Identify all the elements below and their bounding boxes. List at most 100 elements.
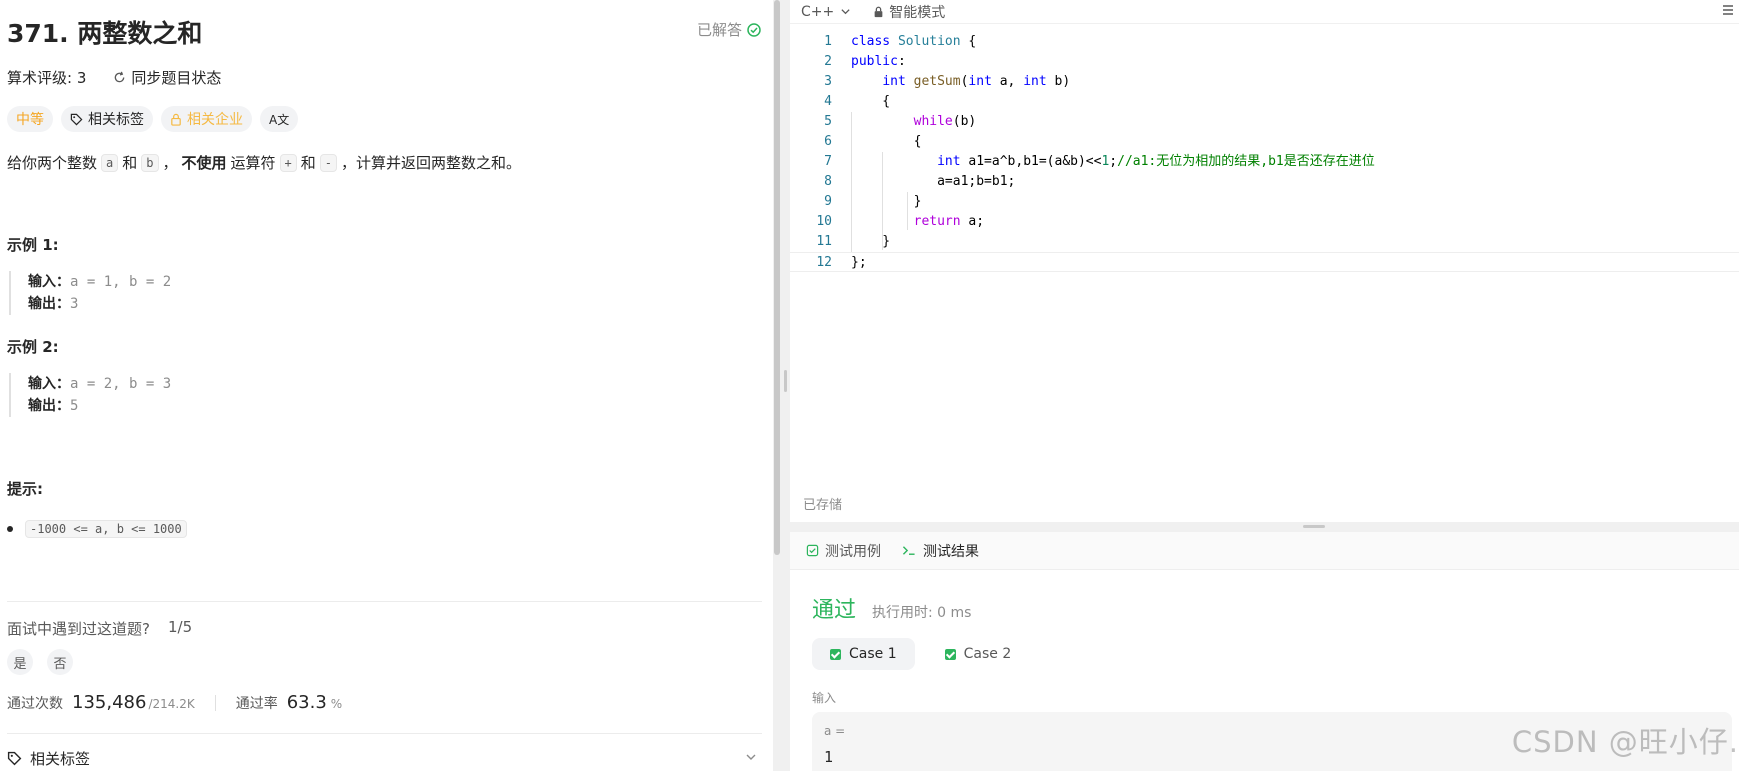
pass-status: 通过 (812, 598, 857, 623)
rate-label: 通过率 (235, 696, 278, 712)
case-1-label: Case 1 (849, 646, 897, 662)
sync-label: 同步题目状态 (131, 69, 222, 87)
problem-title: 371. 两整数之和 (7, 19, 203, 48)
bullet-icon (7, 526, 13, 532)
chevron-down-icon (746, 754, 756, 760)
input-var-name: a = (824, 724, 846, 738)
code-line: 8 a=a1;b=b1; (790, 172, 1739, 192)
desc-text-2: ， (162, 154, 178, 172)
code-area[interactable]: 1 class Solution { 2 public: 3 int getSum(… (790, 32, 1739, 272)
editor-header: C++ 智能模式 (790, 0, 1739, 24)
tab-test-cases[interactable]: 测试用例 (806, 541, 881, 561)
submission-total: /214.2K (148, 697, 195, 711)
desc-code-minus: - (319, 153, 338, 172)
console-panel: 测试用例 测试结果 通过 执行用时: 0 ms Case 1 Case 2 输入… (790, 532, 1739, 771)
input-var-value: 1 (824, 748, 834, 766)
code-text: { (851, 94, 891, 109)
line-number: 4 (824, 94, 832, 109)
result-summary: 通过 执行用时: 0 ms (812, 592, 971, 624)
line-number: 2 (824, 54, 832, 69)
line-number: 10 (816, 214, 832, 229)
percent-sign: % (330, 697, 343, 711)
tab-test-result[interactable]: 测试结果 (901, 541, 979, 561)
code-text: } (851, 194, 922, 209)
problem-panel: 371. 两整数之和 已解答 算术评级: 3 同步题目状态 中等 相关标签 相关… (0, 0, 773, 771)
desc-text-3: 运算符 (230, 154, 276, 172)
example-1-title: 示例 1: (7, 236, 59, 254)
code-line: 7 int a1=a^b,b1=(a&b)<<1;//a1:无位为相加的结果,b… (790, 152, 1739, 172)
code-line: 9 } (790, 192, 1739, 212)
case-tabs: Case 1 Case 2 (812, 638, 1029, 670)
interview-count: 1/5 (167, 618, 193, 636)
code-line: 4 { (790, 92, 1739, 112)
line-number: 7 (824, 154, 832, 169)
smart-mode-toggle[interactable]: 智能模式 (873, 2, 945, 22)
code-text: class Solution { (851, 34, 977, 49)
divider (7, 601, 762, 602)
tag-icon (70, 113, 83, 125)
divider-2 (7, 733, 762, 734)
code-editor[interactable]: C++ 智能模式 1 class Solution { 2 public: 3 in… (790, 0, 1739, 522)
hint-code: -1000 <= a, b <= 1000 (25, 520, 187, 538)
related-tags-chip[interactable]: 相关标签 (61, 106, 153, 132)
companies-chip[interactable]: 相关企业 (161, 106, 252, 132)
code-line: 1 class Solution { (790, 32, 1739, 52)
mode-label: 智能模式 (889, 4, 946, 21)
lock-icon (171, 113, 181, 126)
horizontal-resize-handle[interactable] (790, 522, 1739, 532)
yes-button[interactable]: 是 (7, 649, 33, 675)
menu-icon[interactable] (1721, 3, 1735, 17)
accept-rate: 63.3 (286, 692, 327, 713)
ex1-output: 3 (70, 296, 79, 312)
code-line: 10 return a; (790, 212, 1739, 232)
tab-test-cases-label: 测试用例 (825, 543, 881, 560)
interview-question: 面试中遇到过这道题? 1/5 (7, 618, 192, 639)
left-scrollbar[interactable] (773, 0, 781, 771)
ex1-output-label: 输出： (28, 296, 70, 312)
vertical-resize-handle[interactable] (781, 0, 790, 771)
ex2-input: a = 2, b = 3 (70, 376, 172, 392)
code-text: public: (851, 54, 906, 69)
code-line: 2 public: (790, 52, 1739, 72)
case-1-tab[interactable]: Case 1 (812, 638, 915, 670)
line-number: 9 (824, 194, 832, 209)
workspace-panel: C++ 智能模式 1 class Solution { 2 public: 3 in… (790, 0, 1739, 771)
check-icon (944, 648, 956, 660)
interview-answer: 是 否 (7, 649, 73, 675)
ex2-input-label: 输入： (28, 376, 70, 392)
ex1-input: a = 1, b = 2 (70, 274, 172, 290)
related-tags-label: 相关标签 (88, 112, 144, 128)
console-tabs: 测试用例 测试结果 (790, 532, 1739, 570)
scrollbar-thumb[interactable] (774, 0, 780, 555)
accept-count: 135,486 (72, 692, 147, 713)
desc-code-b: b (141, 153, 159, 172)
app-root: 371. 两整数之和 已解答 算术评级: 3 同步题目状态 中等 相关标签 相关… (0, 0, 1739, 771)
interview-label: 面试中遇到过这道题? (7, 620, 150, 638)
desc-text-and1: 和 (122, 154, 138, 172)
stats-separator (214, 694, 216, 711)
sync-status-button[interactable]: 同步题目状态 (113, 67, 221, 88)
code-text: }; (851, 255, 867, 270)
check-icon (830, 648, 841, 660)
related-tags-section[interactable]: 相关标签 (7, 748, 762, 769)
resize-grip[interactable] (784, 370, 787, 392)
code-text: int getSum(int a, int b) (882, 74, 1071, 89)
terminal-icon (902, 546, 915, 555)
problem-description: 给你两个整数 a 和 b ， 不使用 运算符 + 和 - ，计算并返回两整数之和… (7, 152, 521, 173)
stats-row: 通过次数 135,486 /214.2K 通过率 63.3 % (7, 692, 342, 713)
code-line: 5 while(b) (790, 112, 1739, 132)
language-select[interactable]: C++ (801, 4, 851, 20)
translate-icon: A文 (269, 112, 290, 127)
hint-item: -1000 <= a, b <= 1000 (7, 520, 191, 538)
resize-grip[interactable] (1303, 525, 1325, 528)
runtime-label: 执行用时: 0 ms (872, 605, 972, 621)
code-text: while(b) (913, 114, 977, 129)
line-number: 11 (816, 234, 832, 249)
related-tags-heading: 相关标签 (30, 750, 91, 768)
code-line-current: 12}; (790, 252, 1739, 272)
line-number: 12 (816, 255, 832, 270)
no-button[interactable]: 否 (47, 649, 73, 675)
chevron-down-icon (841, 9, 850, 15)
translate-button[interactable]: A文 (260, 106, 299, 132)
case-2-tab[interactable]: Case 2 (927, 638, 1030, 670)
